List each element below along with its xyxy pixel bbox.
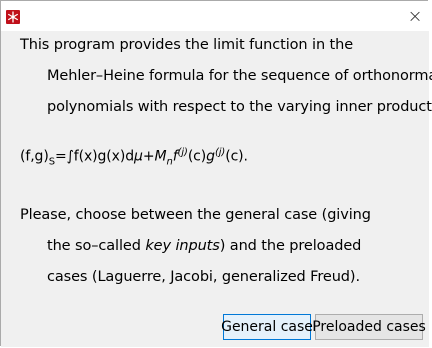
snowflake-icon	[6, 10, 20, 24]
message-line-6: the so–called key inputs) and the preloa…	[47, 238, 362, 254]
dialog-content: This program provides the limit function…	[1, 31, 432, 347]
message-line-3: polynomials with respect to the varying …	[47, 99, 432, 115]
close-button[interactable]: ×	[401, 1, 429, 31]
dialog-window: × This program provides the limit functi…	[0, 0, 432, 347]
inner-product-formula: (f,g)S=∫f(x)g(x)dμ+Mnf(j)(c)g(j)(c).	[20, 147, 248, 168]
general-case-button[interactable]: General case	[221, 314, 313, 340]
message-line-1: This program provides the limit function…	[20, 37, 354, 53]
message-line-7: cases (Laguerre, Jacobi, generalized Fre…	[47, 269, 360, 285]
title-bar: ×	[1, 1, 429, 31]
message-line-2: Mehler–Heine formula for the sequence of…	[47, 68, 432, 84]
preloaded-cases-button[interactable]: Preloaded cases	[312, 314, 426, 340]
message-line-5: Please, choose between the general case …	[20, 207, 371, 223]
